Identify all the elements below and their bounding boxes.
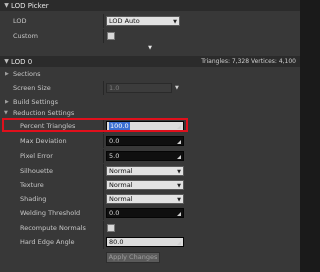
column-divider (103, 206, 104, 220)
build-settings-row[interactable]: ▶ Build Settings (0, 96, 300, 107)
pixel-error-label: Pixel Error (20, 152, 53, 160)
column-divider (103, 134, 104, 148)
reduction-settings-label: Reduction Settings (13, 108, 75, 117)
hard-edge-angle-row: Hard Edge Angle 80.0 (0, 235, 300, 249)
recompute-normals-label: Recompute Normals (20, 224, 86, 232)
sections-row[interactable]: ▶ Sections (0, 68, 300, 80)
drag-handle-icon[interactable] (177, 239, 181, 245)
lod0-header[interactable]: ▼ LOD 0 Triangles: 7,328 Vertices: 4,100 (0, 56, 300, 67)
column-divider (103, 164, 104, 178)
lod-picker-header[interactable]: ▼ LOD Picker (0, 0, 300, 11)
lod-dropdown-value: LOD Auto (109, 17, 140, 25)
texture-dropdown[interactable]: Normal ▼ (106, 180, 184, 190)
drag-handle-icon[interactable] (177, 210, 181, 216)
chevron-down-icon: ▼ (177, 183, 181, 189)
highlight-box (2, 118, 188, 132)
drag-handle-icon[interactable] (177, 138, 181, 144)
column-divider (103, 178, 104, 192)
expand-arrow-icon[interactable]: ▶ (5, 71, 9, 77)
column-divider (103, 81, 104, 95)
pixel-error-input[interactable]: 5.0 (106, 151, 184, 161)
chevron-down-icon: ▼ (177, 197, 181, 203)
max-deviation-value: 0.0 (109, 137, 120, 145)
custom-checkbox[interactable] (107, 32, 115, 40)
screen-size-field: 1.0 (106, 83, 172, 93)
max-deviation-label: Max Deviation (20, 137, 67, 145)
triangle-vertex-stats: Triangles: 7,328 Vertices: 4,100 (201, 58, 296, 65)
screen-size-value: 1.0 (109, 84, 120, 92)
shading-value: Normal (109, 195, 133, 203)
collapse-arrow-icon[interactable]: ▼ (4, 110, 8, 116)
chevron-down-icon: ▼ (177, 169, 181, 175)
build-settings-label: Build Settings (13, 97, 59, 106)
shading-label: Shading (20, 195, 47, 203)
silhouette-dropdown[interactable]: Normal ▼ (106, 166, 184, 176)
max-deviation-row: Max Deviation 0.0 (0, 134, 300, 148)
custom-row: Custom (0, 29, 300, 43)
expand-arrow-icon: ▼ (148, 45, 152, 51)
screen-size-label: Screen Size (13, 84, 51, 92)
column-divider (103, 149, 104, 163)
column-divider (103, 29, 104, 43)
sections-label: Sections (13, 70, 41, 78)
shading-dropdown[interactable]: Normal ▼ (106, 194, 184, 204)
custom-label: Custom (13, 32, 38, 40)
column-divider (103, 235, 104, 249)
silhouette-value: Normal (109, 167, 133, 175)
chevron-down-icon: ▼ (173, 19, 177, 25)
hard-edge-angle-value: 80.0 (109, 238, 124, 246)
texture-row: Texture Normal ▼ (0, 178, 300, 192)
lod-dropdown[interactable]: LOD Auto ▼ (106, 16, 180, 26)
expand-advanced-toggle[interactable]: ▼ (0, 44, 300, 53)
collapse-arrow-icon[interactable]: ▼ (3, 58, 10, 65)
screen-size-row: Screen Size 1.0 ▼ (0, 81, 300, 95)
column-divider (103, 221, 104, 235)
welding-threshold-label: Welding Threshold (20, 209, 81, 217)
expand-arrow-icon[interactable]: ▶ (5, 99, 9, 105)
column-divider (103, 192, 104, 206)
hard-edge-angle-label: Hard Edge Angle (20, 238, 75, 246)
collapse-arrow-icon[interactable]: ▼ (3, 2, 10, 9)
lod-row: LOD LOD Auto ▼ (0, 14, 300, 28)
pixel-error-value: 5.0 (109, 152, 120, 160)
lod-label: LOD (13, 17, 27, 25)
welding-threshold-row: Welding Threshold 0.0 (0, 206, 300, 220)
max-deviation-input[interactable]: 0.0 (106, 136, 184, 146)
pixel-error-row: Pixel Error 5.0 (0, 149, 300, 163)
shading-row: Shading Normal ▼ (0, 192, 300, 206)
hard-edge-angle-input[interactable]: 80.0 (106, 237, 184, 247)
apply-changes-button[interactable]: Apply Changes (106, 252, 160, 263)
silhouette-label: Silhouette (20, 167, 54, 175)
reduction-settings-row[interactable]: ▼ Reduction Settings (0, 107, 300, 118)
welding-threshold-value: 0.0 (109, 209, 120, 217)
recompute-normals-row: Recompute Normals (0, 221, 300, 235)
texture-label: Texture (20, 181, 44, 189)
lod0-title: LOD 0 (11, 57, 33, 66)
welding-threshold-input[interactable]: 0.0 (106, 208, 184, 218)
column-divider (103, 14, 104, 28)
chevron-down-icon[interactable]: ▼ (175, 85, 179, 91)
silhouette-row: Silhouette Normal ▼ (0, 164, 300, 178)
drag-handle-icon[interactable] (177, 153, 181, 159)
recompute-normals-checkbox[interactable] (107, 224, 115, 232)
texture-value: Normal (109, 181, 133, 189)
lod-picker-title: LOD Picker (11, 1, 49, 10)
